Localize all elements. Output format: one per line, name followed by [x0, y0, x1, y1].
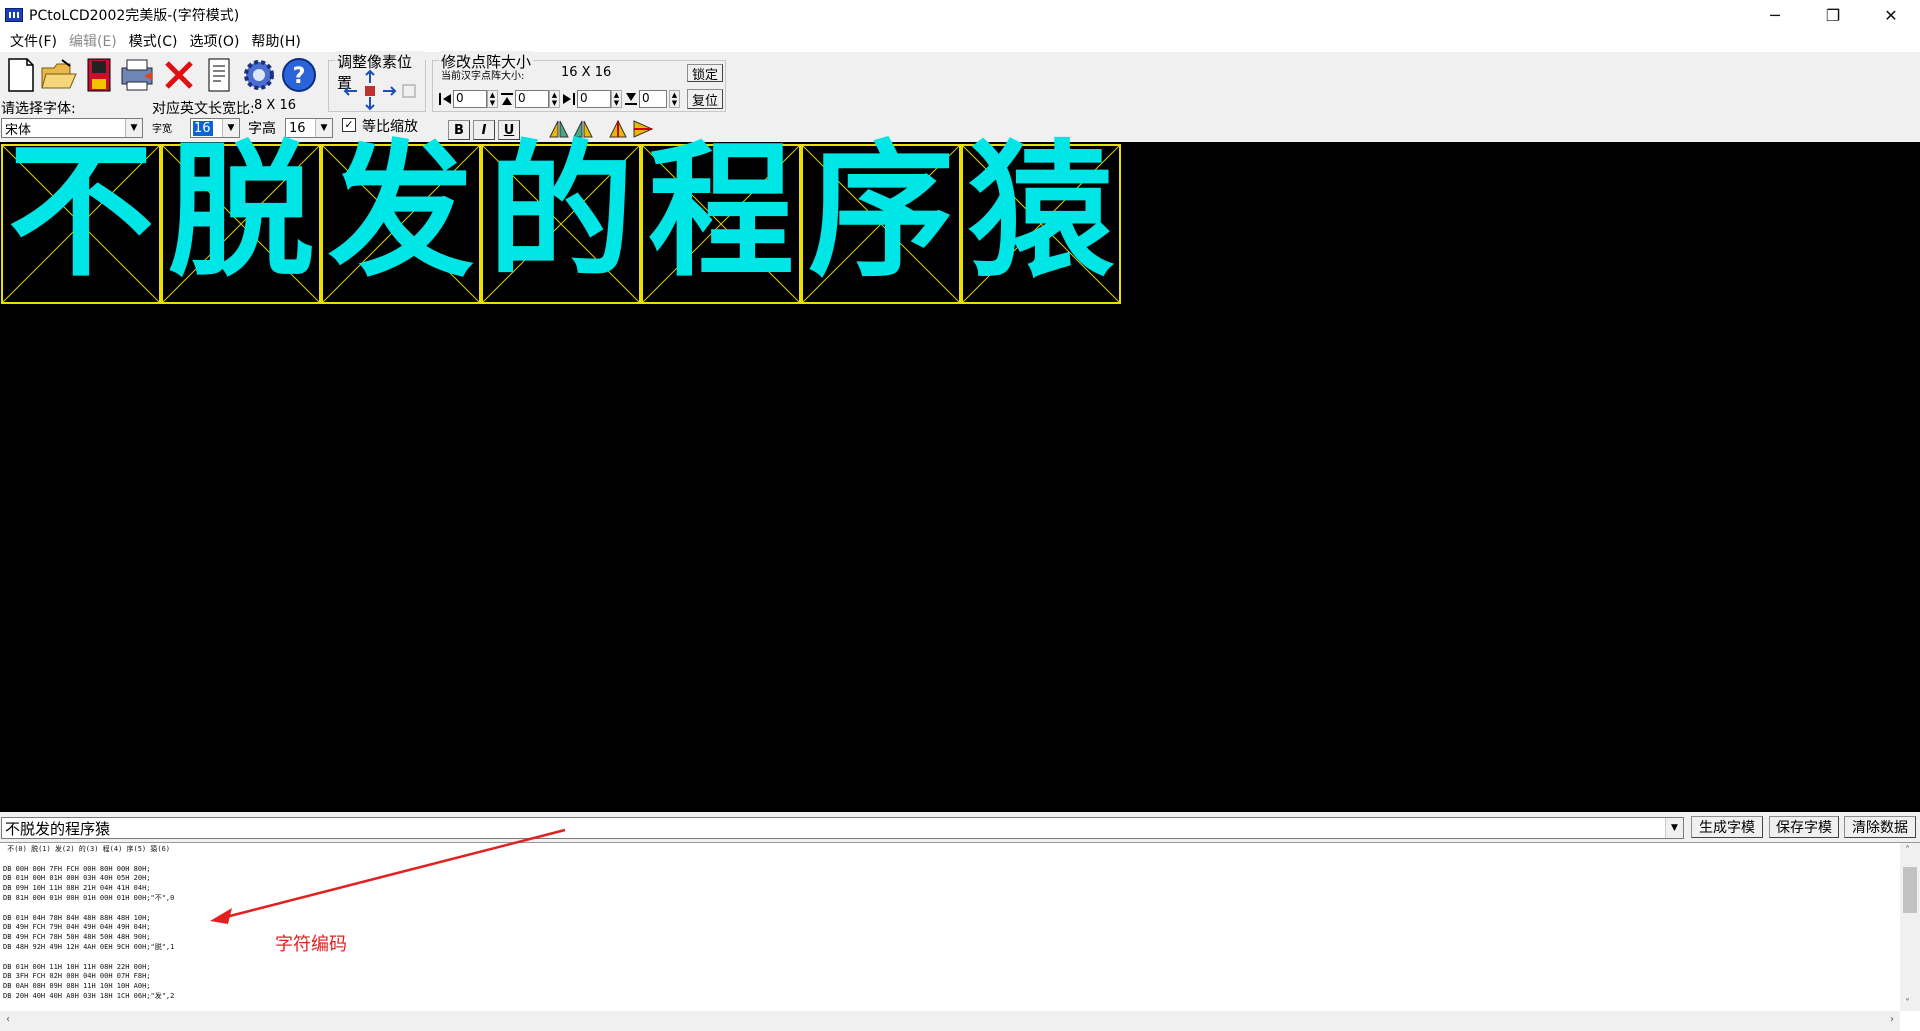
annotation-label: 字符编码	[275, 934, 347, 955]
annotation-arrow	[210, 828, 566, 924]
